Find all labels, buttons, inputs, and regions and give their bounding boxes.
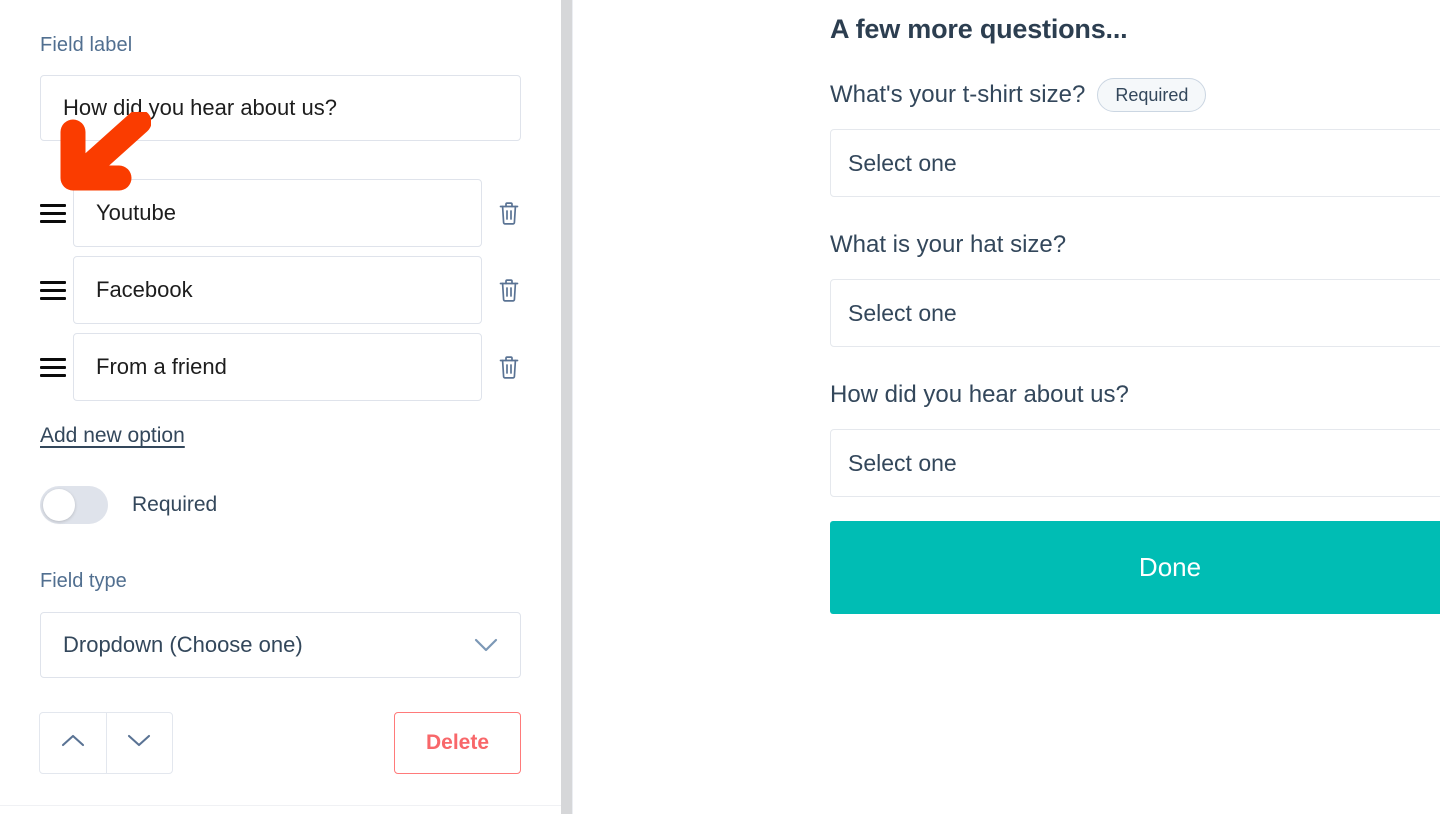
question-label-text: How did you hear about us? <box>830 381 1129 408</box>
option-row: From a friend <box>40 333 521 401</box>
chevron-down-icon <box>474 632 498 658</box>
question-label-text: What is your hat size? <box>830 231 1067 258</box>
field-label-input[interactable]: How did you hear about us? <box>40 75 521 141</box>
question-label-text: What's your t-shirt size? <box>830 81 1086 108</box>
question-select-placeholder: Select one <box>848 299 957 326</box>
required-toggle-label: Required <box>132 493 218 516</box>
option-row: Facebook <box>40 256 521 324</box>
question-select[interactable]: Select one <box>830 129 1440 197</box>
move-field-buttons <box>39 712 173 774</box>
field-label-caption: Field label <box>40 34 133 56</box>
question-label: What's your t-shirt size? Required <box>830 78 1207 112</box>
field-label-input-value: How did you hear about us? <box>63 95 337 120</box>
field-type-value: Dropdown (Choose one) <box>63 632 303 657</box>
preview-title: A few more questions... <box>830 14 1128 44</box>
option-input-value: Facebook <box>96 277 193 302</box>
trash-icon[interactable] <box>496 198 522 228</box>
field-type-select[interactable]: Dropdown (Choose one) <box>40 612 521 678</box>
form-preview-panel: A few more questions... What's your t-sh… <box>586 0 1440 814</box>
done-button[interactable]: Done <box>830 521 1440 614</box>
field-editor-panel: Field label How did you hear about us? Y… <box>0 0 561 814</box>
option-input[interactable]: Youtube <box>73 179 482 247</box>
question-select-placeholder: Select one <box>848 149 957 176</box>
option-row: Youtube <box>40 179 521 247</box>
form-editor-screen: Field label How did you hear about us? Y… <box>0 0 1440 814</box>
move-field-down-button[interactable] <box>105 713 173 773</box>
option-input-value: Youtube <box>96 200 176 225</box>
trash-icon[interactable] <box>496 275 522 305</box>
move-field-up-button[interactable] <box>40 713 106 773</box>
required-toggle-row: Required <box>40 486 217 524</box>
required-badge: Required <box>1097 78 1207 112</box>
toggle-knob <box>43 489 75 521</box>
panel-divider-line <box>572 0 573 814</box>
field-type-caption: Field type <box>40 570 127 592</box>
trash-icon[interactable] <box>496 352 522 382</box>
option-input[interactable]: From a friend <box>73 333 482 401</box>
required-toggle[interactable] <box>40 486 108 524</box>
option-input-value: From a friend <box>96 354 227 379</box>
question-select-placeholder: Select one <box>848 449 957 476</box>
question-select[interactable]: Select one <box>830 429 1440 497</box>
option-input[interactable]: Facebook <box>73 256 482 324</box>
editor-bottom-divider <box>0 805 561 806</box>
delete-field-button[interactable]: Delete <box>394 712 521 774</box>
drag-handle-icon[interactable] <box>40 200 66 226</box>
chevron-down-icon <box>127 734 151 752</box>
drag-handle-icon[interactable] <box>40 277 66 303</box>
question-label: How did you hear about us? <box>830 381 1129 409</box>
drag-handle-icon[interactable] <box>40 354 66 380</box>
scrollbar-thumb[interactable] <box>561 0 572 814</box>
question-label: What is your hat size? <box>830 231 1066 259</box>
chevron-up-icon <box>61 734 85 752</box>
add-new-option-link[interactable]: Add new option <box>40 424 185 448</box>
question-select[interactable]: Select one <box>830 279 1440 347</box>
